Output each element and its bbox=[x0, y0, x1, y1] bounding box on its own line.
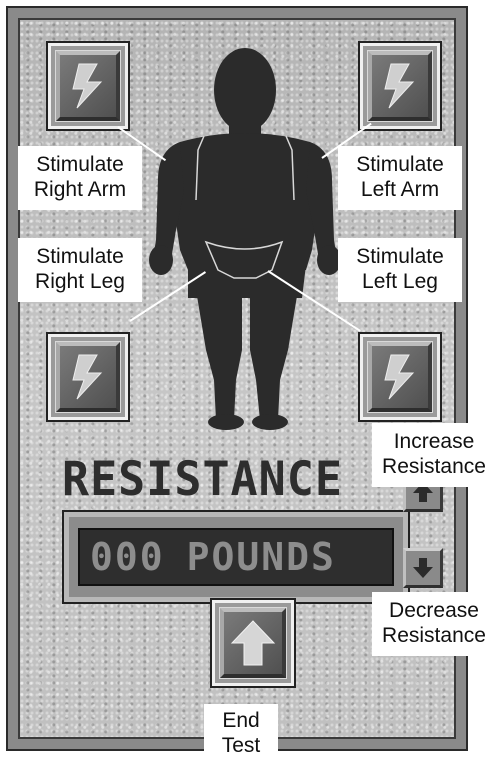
label-stimulate-right-arm: Stimulate Right Arm bbox=[18, 146, 142, 210]
lightning-bolt-icon bbox=[384, 63, 415, 109]
lightning-bolt-icon bbox=[72, 354, 103, 400]
arrow-up-icon bbox=[230, 620, 276, 666]
end-test-button[interactable] bbox=[210, 598, 296, 688]
lightning-bolt-icon bbox=[384, 354, 415, 400]
label-increase-resistance: Increase Resistance bbox=[372, 423, 496, 487]
lightning-bolt-icon bbox=[72, 63, 103, 109]
decrease-resistance-button[interactable] bbox=[403, 548, 443, 588]
label-decrease-resistance: Decrease Resistance bbox=[372, 592, 496, 656]
resistance-display: 000 POUNDS bbox=[78, 528, 394, 586]
stimulate-left-leg-button[interactable] bbox=[358, 332, 442, 422]
resistance-unit: POUNDS bbox=[186, 535, 336, 579]
label-end-test: End Test bbox=[204, 704, 278, 761]
label-stimulate-left-arm: Stimulate Left Arm bbox=[338, 146, 462, 210]
stimulate-left-arm-button[interactable] bbox=[358, 41, 442, 131]
stimulate-right-leg-button[interactable] bbox=[46, 332, 130, 422]
label-stimulate-left-leg: Stimulate Left Leg bbox=[338, 238, 462, 302]
resistance-title: RESISTANCE bbox=[62, 450, 343, 507]
resistance-readout: 000 POUNDS bbox=[62, 510, 410, 604]
arrow-down-icon bbox=[413, 558, 433, 578]
stimulate-right-arm-button[interactable] bbox=[46, 41, 130, 131]
resistance-value: 000 bbox=[90, 535, 165, 579]
label-stimulate-right-leg: Stimulate Right Leg bbox=[18, 238, 142, 302]
